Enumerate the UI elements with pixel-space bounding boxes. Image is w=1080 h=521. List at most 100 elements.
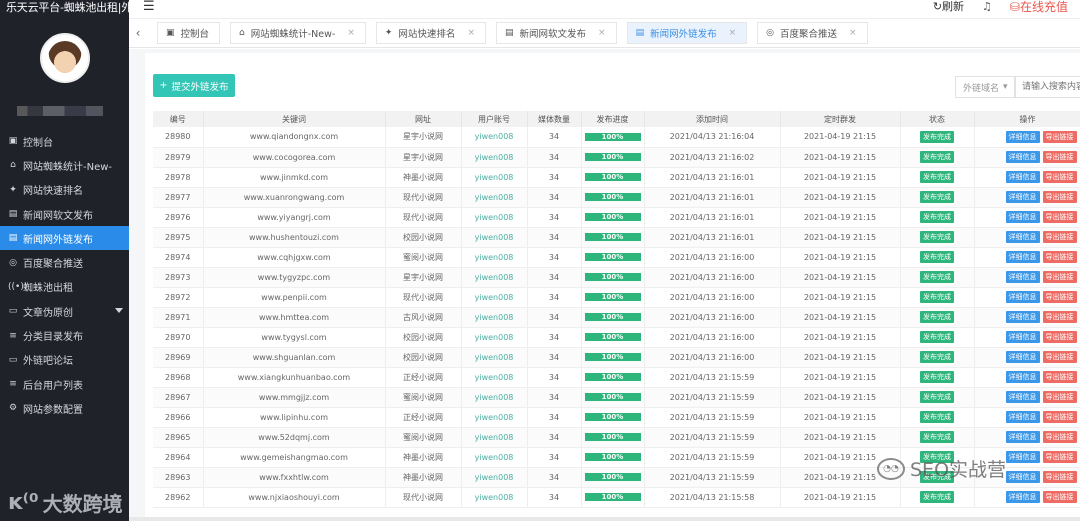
detail-button[interactable]: 详细信息: [1005, 451, 1040, 463]
tab[interactable]: ◎ 百度聚合推送 ×: [757, 22, 868, 44]
detail-button[interactable]: 详细信息: [1005, 231, 1040, 243]
detail-button[interactable]: 详细信息: [1005, 471, 1040, 483]
cell-user[interactable]: yiwen008: [461, 127, 528, 148]
cell-user[interactable]: yiwen008: [461, 307, 528, 328]
detail-button[interactable]: 详细信息: [1005, 130, 1040, 143]
tab[interactable]: ✦ 网站快速排名 ×: [375, 22, 486, 44]
table-row: 28970 www.tygysl.com 校园小说网 yiwen008 34 100% 20…: [153, 327, 1080, 348]
cell-user[interactable]: yiwen008: [461, 407, 528, 428]
domain-select[interactable]: 外链域名 ▾: [955, 76, 1015, 98]
detail-button[interactable]: 详细信息: [1005, 491, 1040, 503]
export-button[interactable]: 导出链接: [1042, 391, 1077, 403]
export-button[interactable]: 导出链接: [1042, 451, 1077, 463]
sidebar-item[interactable]: ≡ 分类目录发布: [0, 323, 129, 347]
export-button[interactable]: 导出链接: [1042, 411, 1077, 423]
cell-user[interactable]: yiwen008: [461, 287, 528, 308]
tab[interactable]: ▤ 新闻网软文发布 ×: [495, 22, 617, 44]
export-button[interactable]: 导出链接: [1042, 271, 1077, 283]
sidebar-item-icon: ≡: [9, 330, 17, 341]
cell-user[interactable]: yiwen008: [461, 347, 528, 368]
horizontal-scrollbar[interactable]: [129, 517, 1080, 521]
close-icon[interactable]: ×: [467, 28, 475, 38]
cell-user[interactable]: yiwen008: [461, 467, 528, 488]
cell-user[interactable]: yiwen008: [461, 447, 528, 468]
detail-button[interactable]: 详细信息: [1005, 411, 1040, 423]
sidebar-item[interactable]: ((•)) 蜘蛛池出租: [0, 275, 129, 299]
cell-actions: 详细信息 导出链接: [974, 267, 1080, 288]
export-button[interactable]: 导出链接: [1042, 211, 1077, 223]
search-input[interactable]: [1015, 76, 1080, 98]
sidebar-item[interactable]: ▭ 文章伪原创: [0, 299, 129, 323]
submit-backlink-button[interactable]: + 提交外链发布: [153, 74, 235, 97]
cell-user[interactable]: yiwen008: [461, 247, 528, 268]
cell-user[interactable]: yiwen008: [461, 267, 528, 288]
cell-user[interactable]: yiwen008: [461, 167, 528, 188]
sidebar-item[interactable]: ▣ 控制台: [0, 129, 129, 153]
avatar[interactable]: [39, 33, 90, 83]
export-button[interactable]: 导出链接: [1042, 251, 1077, 263]
tabs-prev-icon[interactable]: ‹: [129, 26, 147, 40]
export-button[interactable]: 导出链接: [1042, 171, 1077, 183]
detail-button[interactable]: 详细信息: [1005, 171, 1040, 183]
tab[interactable]: ⌂ 网站蜘蛛统计-New- ×: [230, 22, 366, 44]
sidebar-item[interactable]: ▤ 新闻网软文发布: [0, 202, 129, 226]
detail-button[interactable]: 详细信息: [1005, 391, 1040, 403]
export-button[interactable]: 导出链接: [1042, 231, 1077, 243]
cell-user[interactable]: yiwen008: [461, 207, 528, 228]
cell-added: 2021/04/13 21:15:59: [644, 387, 781, 408]
export-button[interactable]: 导出链接: [1042, 491, 1077, 503]
close-icon[interactable]: ×: [598, 28, 606, 38]
export-button[interactable]: 导出链接: [1042, 191, 1077, 203]
sidebar-item[interactable]: ≡ 后台用户列表: [0, 372, 129, 396]
sidebar-item[interactable]: ▤ 新闻网外链发布: [0, 226, 129, 251]
close-icon[interactable]: ×: [347, 28, 355, 38]
sidebar-item[interactable]: ⚙ 网站参数配置: [0, 396, 129, 420]
cell-user[interactable]: yiwen008: [461, 487, 528, 508]
sidebar-item[interactable]: ▭ 外链吧论坛: [0, 348, 129, 372]
cell-actions: 详细信息 导出链接: [974, 347, 1080, 368]
menu-toggle-icon[interactable]: ☰: [143, 0, 155, 14]
export-button[interactable]: 导出链接: [1042, 371, 1077, 383]
detail-button[interactable]: 详细信息: [1005, 151, 1040, 163]
detail-button[interactable]: 详细信息: [1005, 311, 1040, 323]
bell-icon[interactable]: ♫: [982, 0, 992, 14]
detail-button[interactable]: 详细信息: [1005, 351, 1040, 363]
tab-label: 新闻网软文发布: [519, 29, 587, 40]
cell-user[interactable]: yiwen008: [461, 187, 528, 208]
cell-user[interactable]: yiwen008: [461, 427, 528, 448]
refresh-button[interactable]: ↻刷新: [933, 0, 964, 14]
cell-user[interactable]: yiwen008: [461, 327, 528, 348]
detail-button[interactable]: 详细信息: [1005, 191, 1040, 203]
tab[interactable]: ▣ 控制台: [157, 22, 221, 44]
export-button[interactable]: 导出链接: [1042, 311, 1077, 323]
export-button[interactable]: 导出链接: [1042, 431, 1077, 443]
cell-user[interactable]: yiwen008: [461, 367, 528, 388]
detail-button[interactable]: 详细信息: [1005, 371, 1040, 383]
cell-user[interactable]: yiwen008: [461, 227, 528, 248]
export-button[interactable]: 导出链接: [1042, 331, 1077, 343]
export-button[interactable]: 导出链接: [1042, 291, 1077, 303]
export-button[interactable]: 导出链接: [1042, 151, 1077, 163]
close-icon[interactable]: ×: [729, 28, 737, 38]
detail-button[interactable]: 详细信息: [1005, 211, 1040, 223]
recharge-button[interactable]: ⛁在线充值: [1010, 0, 1068, 14]
column-header: 编号: [153, 111, 204, 127]
sidebar-item[interactable]: ◎ 百度聚合推送: [0, 250, 129, 274]
detail-button[interactable]: 详细信息: [1005, 331, 1040, 343]
tab[interactable]: ▤ 新闻网外链发布 ×: [626, 22, 748, 44]
detail-button[interactable]: 详细信息: [1005, 271, 1040, 283]
column-header: 发布进度: [581, 111, 645, 127]
progress-bar: 100%: [584, 193, 641, 201]
close-icon[interactable]: ×: [849, 28, 857, 38]
cell-user[interactable]: yiwen008: [461, 147, 528, 168]
sidebar-item[interactable]: ⌂ 网站蜘蛛统计-New-: [0, 153, 129, 177]
detail-button[interactable]: 详细信息: [1005, 431, 1040, 443]
export-button[interactable]: 导出链接: [1042, 130, 1077, 143]
export-button[interactable]: 导出链接: [1042, 351, 1077, 363]
chevron-down-icon: ▾: [1003, 82, 1008, 92]
export-button[interactable]: 导出链接: [1042, 471, 1077, 483]
sidebar-item[interactable]: ✦ 网站快速排名: [0, 178, 129, 202]
detail-button[interactable]: 详细信息: [1005, 291, 1040, 303]
cell-user[interactable]: yiwen008: [461, 387, 528, 408]
detail-button[interactable]: 详细信息: [1005, 251, 1040, 263]
